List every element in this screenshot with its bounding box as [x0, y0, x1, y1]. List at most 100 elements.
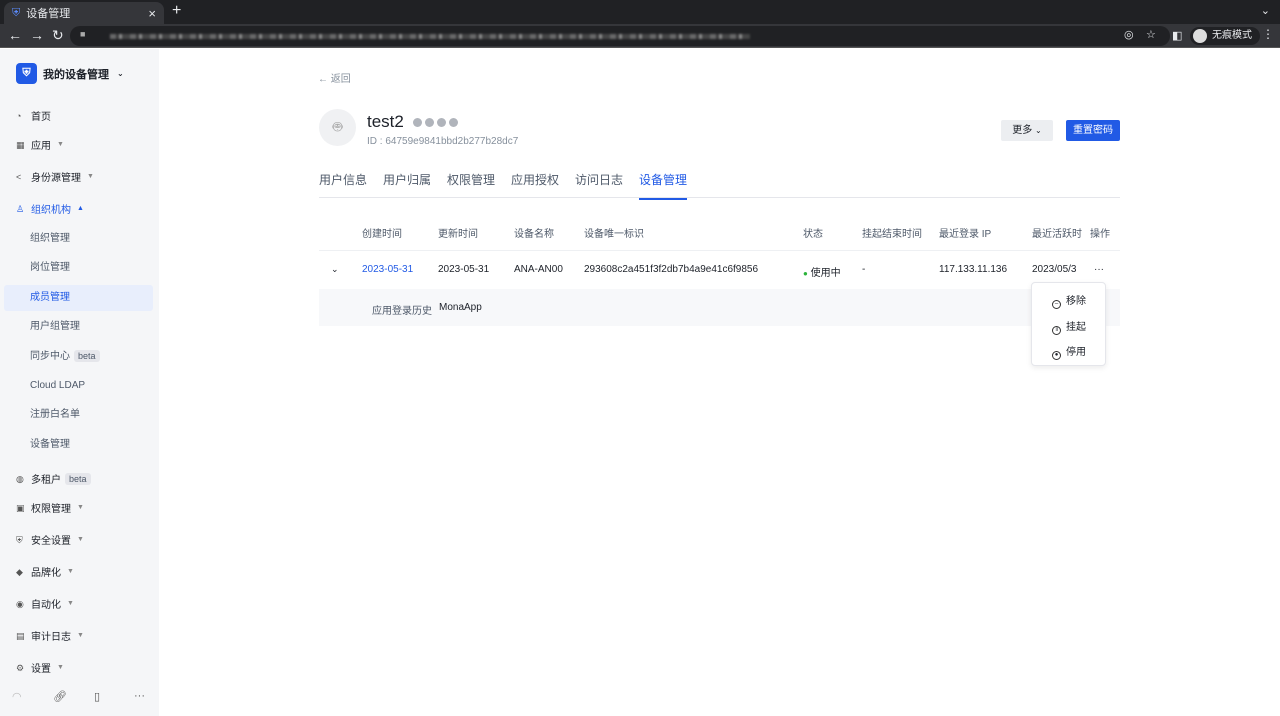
status-dot-icon: ● — [803, 269, 808, 278]
last-ip: 117.133.11.136 — [939, 264, 1008, 275]
star-icon[interactable]: ☆ — [1146, 28, 1156, 41]
more-icon[interactable]: ··· — [134, 690, 145, 702]
caret-down-icon: ▼ — [77, 504, 84, 511]
col-suspend-end: 挂起结束时间 — [862, 229, 922, 240]
caret-down-icon: ▼ — [67, 568, 74, 575]
label: 身份源管理 — [31, 173, 81, 184]
address-bar: ← → ↻ ■ ◎ ☆ ◧ 无痕模式 ⋮ — [0, 24, 1280, 48]
app-login-history-value: MonaApp — [439, 302, 482, 313]
gear-icon: ⚙ — [16, 662, 25, 673]
menu-item-suspend[interactable]: ॥ 挂起 — [1052, 318, 1086, 335]
back-label: 返回 — [330, 74, 351, 85]
url-input[interactable]: ■ ◎ ☆ — [70, 26, 1170, 46]
sidebar-item-home[interactable]: ◔ 首页 — [16, 108, 51, 124]
actions-button[interactable]: ··· — [1094, 264, 1104, 275]
shield-icon: ⛨ — [16, 534, 23, 545]
book-icon[interactable]: ▯ — [94, 690, 100, 703]
divider — [319, 250, 1120, 251]
lock-icon: ■ — [80, 29, 86, 39]
label: 挂起 — [1066, 322, 1086, 333]
sidepanel-icon[interactable]: ◧ — [1172, 29, 1182, 42]
tab-user-affiliation[interactable]: 用户归属 — [383, 171, 431, 188]
menu-item-remove[interactable]: – 移除 — [1052, 292, 1086, 309]
sidebar: ⛨ 我的设备管理 ⌄ ◔ 首页 ▦ 应用 ▼ < 身份源管理 ▼ ♙ 组织机构 ▲ 组织管理 岗位… — [0, 49, 159, 716]
label: 审计日志 — [31, 632, 71, 643]
tab-permissions[interactable]: 权限管理 — [447, 171, 495, 188]
label: 组织机构 — [31, 205, 71, 216]
sidebar-item-tenant[interactable]: ◍ 多租户 beta — [16, 471, 91, 486]
eye-off-icon[interactable]: ◎ — [1124, 28, 1134, 41]
globe-icon: ◍ — [16, 473, 24, 484]
tab-search-icon[interactable]: ⌄ — [1261, 4, 1270, 17]
sidebar-item-permissions[interactable]: ▣ 权限管理 ▼ — [16, 500, 84, 516]
tab-access-log[interactable]: 访问日志 — [575, 171, 623, 188]
sidebar-item-settings[interactable]: ⚙ 设置 ▼ — [16, 660, 64, 676]
tab-user-info[interactable]: 用户信息 — [319, 171, 367, 188]
incognito-badge[interactable]: 无痕模式 — [1190, 27, 1260, 45]
sidebar-sub-org[interactable]: 组织管理 — [4, 226, 153, 252]
sidebar-item-idp[interactable]: < 身份源管理 ▼ — [16, 169, 94, 185]
sidebar-sub-positions[interactable]: 岗位管理 — [4, 255, 153, 281]
link-icon[interactable]: 🔗︎ — [53, 690, 67, 703]
sidebar-sub-sync[interactable]: 同步中心 beta — [4, 343, 153, 369]
wifi-icon[interactable]: ◠ — [12, 690, 22, 703]
shield-icon: ⛨ — [12, 6, 21, 19]
tab-app-auth[interactable]: 应用授权 — [511, 171, 559, 188]
col-status: 状态 — [803, 229, 823, 240]
back-link[interactable]: ← 返回 — [318, 70, 351, 85]
tab-device-management[interactable]: 设备管理 — [639, 171, 688, 200]
label: 设置 — [31, 664, 51, 675]
status-badge: ● 使用中 — [803, 264, 841, 279]
close-tab-icon[interactable]: × — [148, 6, 156, 21]
browser-menu-icon[interactable]: ⋮ — [1262, 27, 1274, 41]
minus-circle-icon: – — [1052, 300, 1061, 309]
reset-password-button[interactable]: 重置密码 — [1066, 120, 1120, 141]
menu-item-disable[interactable]: ● 停用 — [1052, 343, 1086, 360]
pause-circle-icon: ॥ — [1052, 326, 1061, 335]
reload-icon[interactable]: ↻ — [52, 27, 64, 44]
sidebar-item-branding[interactable]: ◆ 品牌化 ▼ — [16, 564, 74, 580]
org-name: 我的设备管理 — [43, 68, 109, 81]
back-arrow-icon[interactable]: ← — [8, 27, 22, 43]
col-last-active: 最近活跃时 — [1032, 229, 1082, 240]
label: 权限管理 — [31, 504, 71, 515]
created-date-link[interactable]: 2023-05-31 — [362, 264, 413, 275]
sidebar-item-audit[interactable]: ▤ 审计日志 ▼ — [16, 628, 84, 644]
more-button[interactable]: 更多 ⌄ — [1001, 120, 1053, 141]
sidebar-sub-whitelist[interactable]: 注册白名单 — [4, 402, 153, 428]
caret-down-icon: ▼ — [77, 536, 84, 543]
expanded-row: 应用登录历史 MonaApp — [319, 289, 1120, 326]
col-created: 创建时间 — [362, 229, 402, 240]
new-tab-icon[interactable]: + — [172, 2, 181, 20]
org-switcher[interactable]: ⛨ 我的设备管理 ⌄ — [16, 63, 124, 84]
sidebar-sub-ldap[interactable]: Cloud LDAP — [4, 373, 153, 399]
forward-arrow-icon[interactable]: → — [30, 27, 44, 43]
sidebar-item-security[interactable]: ⛨ 安全设置 ▼ — [16, 532, 84, 548]
sidebar-item-apps[interactable]: ▦ 应用 ▼ — [16, 137, 64, 153]
updated-date: 2023-05-31 — [438, 264, 490, 275]
suspend-end: - — [862, 264, 866, 275]
org-icon: ♙ — [16, 203, 25, 214]
expand-row-icon[interactable]: ⌄ — [331, 264, 339, 275]
sidebar-sub-devices[interactable]: 设备管理 — [4, 432, 153, 458]
action-menu: – 移除 ॥ 挂起 ● 停用 — [1031, 282, 1106, 366]
label: 安全设置 — [31, 536, 71, 547]
beta-badge: beta — [74, 350, 100, 362]
sidebar-sub-members[interactable]: 成员管理 — [4, 285, 153, 311]
label: 多租户 — [31, 475, 61, 486]
device-name: ANA-AN00 — [514, 264, 563, 275]
label: 首页 — [31, 112, 51, 123]
caret-down-icon: ▼ — [77, 632, 84, 639]
col-device-uid: 设备唯一标识 — [584, 229, 644, 240]
sidebar-item-automation[interactable]: ◉ 自动化 ▼ — [16, 596, 74, 612]
browser-tab[interactable]: ⛨ 设备管理 × — [4, 2, 164, 24]
grid-icon: ▦ — [16, 139, 25, 150]
status-icon — [449, 118, 458, 127]
sidebar-item-org[interactable]: ♙ 组织机构 ▲ — [16, 201, 84, 217]
status-text: 使用中 — [810, 268, 841, 279]
blurred-url — [110, 34, 750, 39]
username: test2 — [367, 112, 404, 131]
brush-icon: ◆ — [16, 566, 23, 577]
sidebar-sub-groups[interactable]: 用户组管理 — [4, 314, 153, 340]
label: 更多 — [1012, 125, 1033, 136]
